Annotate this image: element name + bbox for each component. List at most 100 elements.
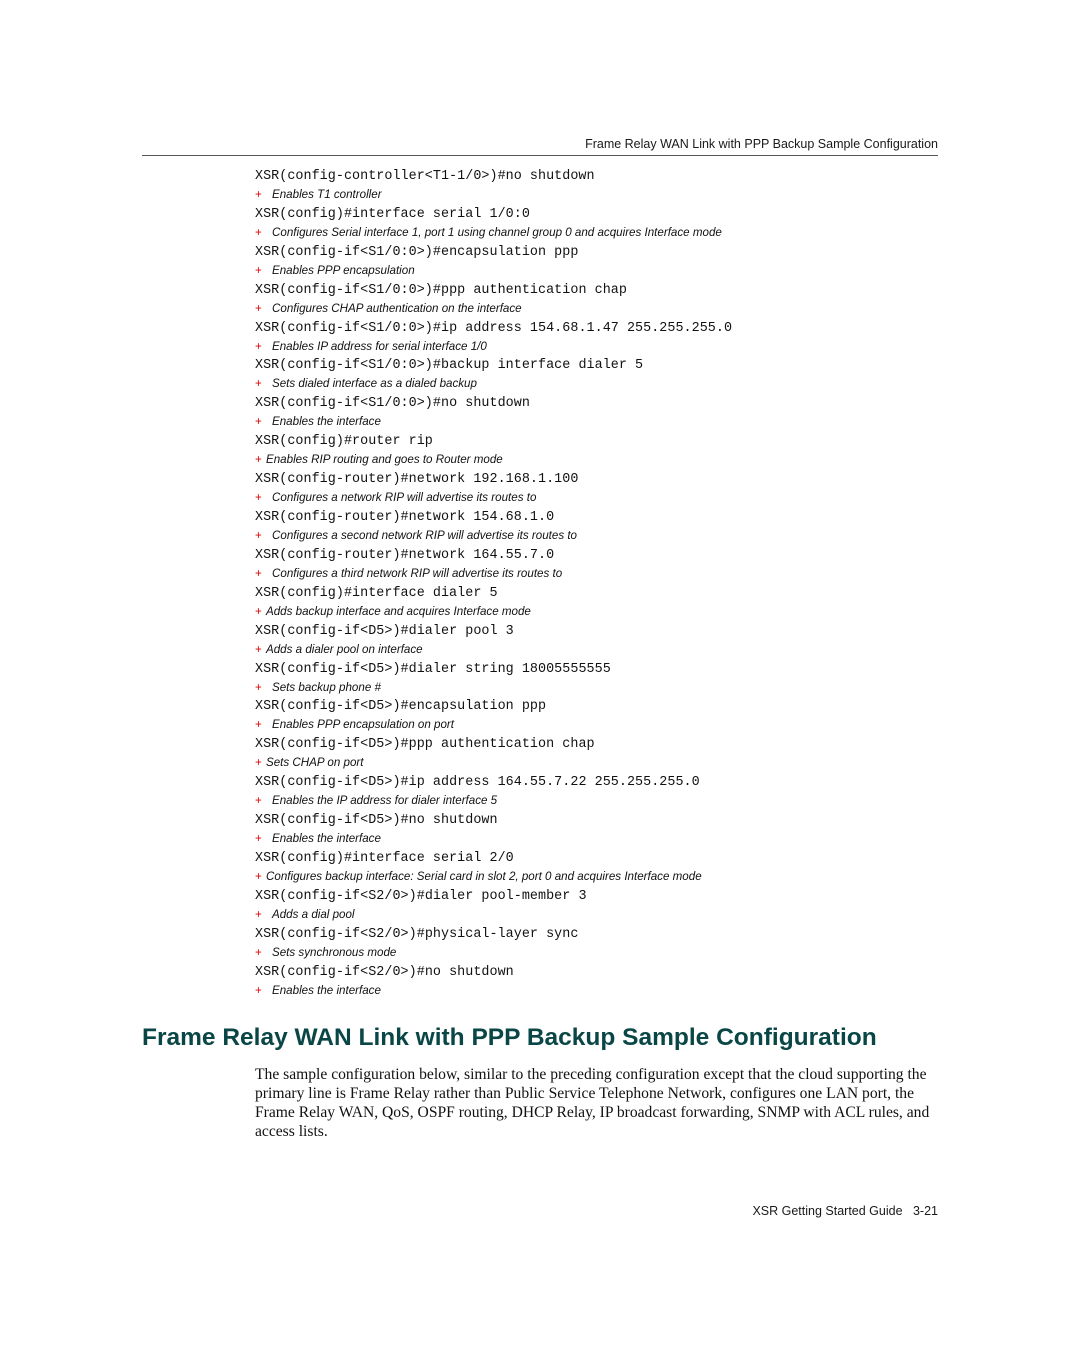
cli-command: XSR(config-if<S1/0:0>)#backup interface … <box>255 356 955 375</box>
plus-bullet-icon: + <box>255 263 262 277</box>
cli-command: XSR(config)#interface serial 1/0:0 <box>255 205 955 224</box>
cli-command-text: ip address 154.68.1.47 255.255.255.0 <box>440 320 733 336</box>
command-description: + Adds backup interface and acquires Inte… <box>255 603 955 620</box>
config-entry: XSR(config-if<D5>)#dialer pool 3 + Adds a … <box>255 622 955 660</box>
plus-bullet-icon: + <box>255 983 262 997</box>
plus-bullet-icon: + <box>255 832 262 846</box>
cli-command-text: no shutdown <box>505 169 595 184</box>
cli-prompt: XSR(config-router)# <box>255 547 409 563</box>
cli-prompt: XSR(config-if<S2/0>)# <box>255 926 425 942</box>
description-text: Adds backup interface and acquires Inter… <box>266 604 531 618</box>
config-entry: XSR(config)#router rip + Enables RIP routi… <box>255 432 955 470</box>
cli-prompt: XSR(config)# <box>255 585 353 601</box>
description-text: Enables the interface <box>272 415 381 429</box>
cli-command: XSR(config-if<D5>)#ip address 164.55.7.2… <box>255 773 955 792</box>
description-text: Configures Serial interface 1, port 1 us… <box>272 225 722 239</box>
cli-command-text: network 164.55.7.0 <box>408 547 555 563</box>
config-entry: XSR(config-controller<T1-1/0>)#no shutdo… <box>255 167 955 205</box>
cli-command: XSR(config-router)#network 154.68.1.0 <box>255 508 955 527</box>
plus-bullet-icon: + <box>255 453 262 467</box>
cli-prompt: XSR(config-controller<T1-1/0>)# <box>255 169 506 184</box>
cli-command: XSR(config-router)#network 192.168.1.100 <box>255 470 955 489</box>
description-text: Adds a dial pool <box>272 907 355 921</box>
command-description: + Enables the IP address for dialer inter… <box>255 792 955 809</box>
command-description: + Enables RIP routing and goes to Router … <box>255 451 955 468</box>
description-text: Enables PPP encapsulation on port <box>272 718 454 732</box>
plus-bullet-icon: + <box>255 718 262 732</box>
config-entry: XSR(config-if<S1/0:0>)#ip address 154.68… <box>255 319 955 357</box>
plus-bullet-icon: + <box>255 415 262 429</box>
cli-prompt: XSR(config-if<D5>)# <box>255 813 409 829</box>
cli-prompt: XSR(config-if<D5>)# <box>255 623 409 639</box>
cli-command: XSR(config-if<D5>)#dialer pool 3 <box>255 622 955 641</box>
plus-bullet-icon: + <box>255 907 262 921</box>
cli-command: XSR(config-if<D5>)#ppp authentication ch… <box>255 735 955 754</box>
cli-command-text: dialer pool 3 <box>408 623 514 639</box>
plus-bullet-icon: + <box>255 870 262 884</box>
description-text: Configures backup interface: Serial card… <box>266 870 702 884</box>
guide-title: XSR Getting Started Guide <box>752 1204 903 1218</box>
description-text: Sets dialed interface as a dialed backup <box>272 377 477 391</box>
plus-bullet-icon: + <box>255 945 262 959</box>
cli-command-text: interface serial 2/0 <box>352 851 514 867</box>
cli-command-text: no shutdown <box>440 396 530 412</box>
description-text: Sets backup phone # <box>272 680 381 694</box>
config-entry: XSR(config-if<S2/0>)#physical-layer sync… <box>255 925 955 963</box>
command-description: + Enables T1 controller <box>255 186 955 203</box>
cli-prompt: XSR(config-if<S1/0:0>)# <box>255 320 441 336</box>
command-description: + Enables the interface <box>255 830 955 847</box>
cli-command: XSR(config-if<D5>)#no shutdown <box>255 811 955 830</box>
cli-command-text: dialer pool-member 3 <box>424 888 587 904</box>
plus-bullet-icon: + <box>255 680 262 694</box>
running-header: Frame Relay WAN Link with PPP Backup Sam… <box>585 137 938 151</box>
config-entry: XSR(config-if<S1/0:0>)#encapsulation ppp… <box>255 243 955 281</box>
description-text: Enables PPP encapsulation <box>272 263 415 277</box>
cli-command-text: interface dialer 5 <box>352 585 498 601</box>
cli-prompt: XSR(config-if<S2/0>)# <box>255 964 425 980</box>
plus-bullet-icon: + <box>255 491 262 505</box>
config-entry: XSR(config-if<D5>)#dialer string 1800555… <box>255 660 955 698</box>
description-text: Adds a dialer pool on interface <box>266 642 423 656</box>
plus-bullet-icon: + <box>255 301 262 315</box>
command-description: + Enables PPP encapsulation <box>255 262 955 279</box>
plus-bullet-icon: + <box>255 756 262 770</box>
cli-command: XSR(config-if<D5>)#dialer string 1800555… <box>255 660 955 679</box>
cli-command-text: no shutdown <box>424 964 514 980</box>
command-description: + Configures CHAP authentication on the i… <box>255 300 955 317</box>
header-rule <box>142 155 938 156</box>
command-description: + Adds a dialer pool on interface <box>255 641 955 658</box>
command-description: + Configures a third network RIP will adv… <box>255 565 955 582</box>
command-description: + Configures a network RIP will advertise… <box>255 489 955 506</box>
cli-command: XSR(config-router)#network 164.55.7.0 <box>255 546 955 565</box>
plus-bullet-icon: + <box>255 188 262 201</box>
cli-command-text: physical-layer sync <box>424 926 579 942</box>
cli-command: XSR(config-if<S1/0:0>)#ppp authenticatio… <box>255 281 955 300</box>
description-text: Enables the interface <box>272 832 381 846</box>
config-entry: XSR(config-if<S1/0:0>)#no shutdown + Enabl… <box>255 394 955 432</box>
cli-command-text: encapsulation ppp <box>408 699 547 715</box>
cli-command-text: ppp authentication chap <box>408 737 595 753</box>
cli-command: XSR(config-if<S1/0:0>)#no shutdown <box>255 394 955 413</box>
cli-prompt: XSR(config-router)# <box>255 510 409 526</box>
plus-bullet-icon: + <box>255 604 262 618</box>
plus-bullet-icon: + <box>255 225 262 239</box>
config-entry: XSR(config-if<D5>)#ip address 164.55.7.2… <box>255 773 955 811</box>
config-entry: XSR(config-if<S1/0:0>)#ppp authenticatio… <box>255 281 955 319</box>
plus-bullet-icon: + <box>255 339 262 353</box>
cli-prompt: XSR(config-if<S1/0:0>)# <box>255 282 441 298</box>
description-text: Sets synchronous mode <box>272 945 397 959</box>
config-entry: XSR(config-if<S2/0>)#dialer pool-member … <box>255 887 955 925</box>
description-text: Configures a network RIP will advertise … <box>272 491 537 505</box>
command-description: + Sets synchronous mode <box>255 944 955 961</box>
description-text: Enables RIP routing and goes to Router m… <box>266 453 503 467</box>
description-text: Configures a third network RIP will adve… <box>272 566 563 580</box>
config-entry: XSR(config)#interface serial 2/0 + Configu… <box>255 849 955 887</box>
cli-command-text: ip address 164.55.7.22 255.255.255.0 <box>408 775 700 791</box>
description-text: Configures CHAP authentication on the in… <box>272 301 522 315</box>
plus-bullet-icon: + <box>255 642 262 656</box>
cli-prompt: XSR(config-if<D5>)# <box>255 775 409 791</box>
config-entry: XSR(config-if<S2/0>)#no shutdown + Enables… <box>255 963 955 1001</box>
description-text: Enables IP address for serial interface … <box>272 339 487 353</box>
cli-command-text: ppp authentication chap <box>440 282 627 298</box>
config-entry: XSR(config-router)#network 192.168.1.100… <box>255 470 955 508</box>
